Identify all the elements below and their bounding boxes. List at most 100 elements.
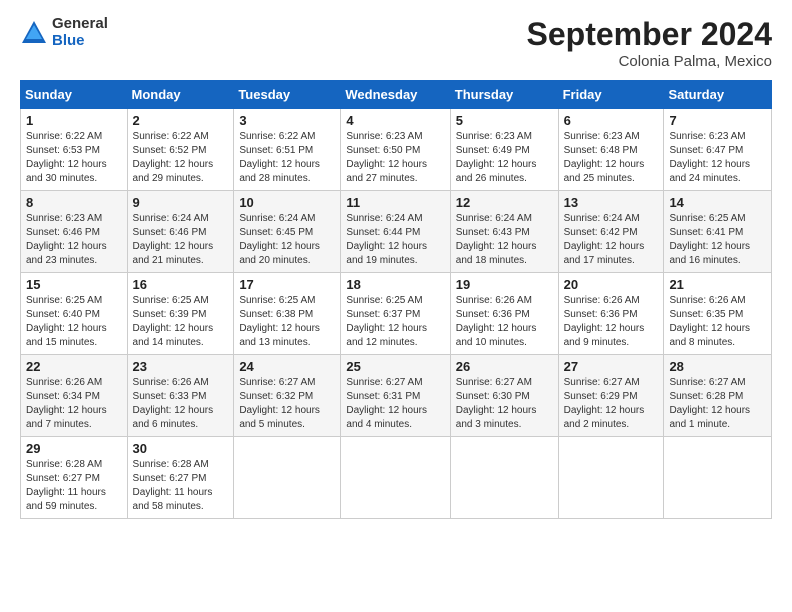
calendar-cell: [450, 437, 558, 519]
day-info: Sunrise: 6:23 AM Sunset: 6:46 PM Dayligh…: [26, 212, 122, 268]
calendar-cell: 30 Sunrise: 6:28 AM Sunset: 6:27 PM Dayli…: [127, 437, 234, 519]
day-info: Sunrise: 6:24 AM Sunset: 6:45 PM Dayligh…: [239, 212, 335, 268]
calendar-cell: 15Sunrise: 6:25 AM Sunset: 6:40 PM Dayli…: [21, 273, 128, 355]
calendar-cell: 29 Sunrise: 6:28 AM Sunset: 6:27 PM Dayli…: [21, 437, 128, 519]
day-number: 5: [456, 113, 553, 128]
calendar-cell: 25 Sunrise: 6:27 AM Sunset: 6:31 PM Dayli…: [341, 355, 450, 437]
day-info: Sunrise: 6:22 AM Sunset: 6:52 PM Dayligh…: [133, 130, 229, 186]
calendar-title: September 2024: [527, 16, 772, 53]
calendar-table: Sunday Monday Tuesday Wednesday Thursday…: [20, 80, 772, 519]
day-number: 22: [26, 359, 122, 374]
day-number: 23: [133, 359, 229, 374]
day-info: Sunrise: 6:27 AM Sunset: 6:30 PM Dayligh…: [456, 376, 553, 432]
day-info: Sunrise: 6:28 AM Sunset: 6:27 PM Dayligh…: [26, 458, 122, 514]
calendar-cell: 22Sunrise: 6:26 AM Sunset: 6:34 PM Dayli…: [21, 355, 128, 437]
logo-text: General Blue: [52, 16, 108, 49]
day-info: Sunrise: 6:24 AM Sunset: 6:43 PM Dayligh…: [456, 212, 553, 268]
calendar-cell: 14 Sunrise: 6:25 AM Sunset: 6:41 PM Dayli…: [664, 191, 772, 273]
day-info: Sunrise: 6:26 AM Sunset: 6:36 PM Dayligh…: [564, 294, 659, 350]
calendar-cell: 27 Sunrise: 6:27 AM Sunset: 6:29 PM Dayli…: [558, 355, 664, 437]
day-number: 8: [26, 195, 122, 210]
day-number: 30: [133, 441, 229, 456]
day-info: Sunrise: 6:26 AM Sunset: 6:35 PM Dayligh…: [669, 294, 766, 350]
header-friday: Friday: [558, 81, 664, 109]
day-info: Sunrise: 6:24 AM Sunset: 6:42 PM Dayligh…: [564, 212, 659, 268]
calendar-week-1: 1 Sunrise: 6:22 AM Sunset: 6:53 PM Daylig…: [21, 109, 772, 191]
calendar-cell: 10 Sunrise: 6:24 AM Sunset: 6:45 PM Dayli…: [234, 191, 341, 273]
day-number: 26: [456, 359, 553, 374]
day-number: 6: [564, 113, 659, 128]
day-info: Sunrise: 6:26 AM Sunset: 6:33 PM Dayligh…: [133, 376, 229, 432]
calendar-cell: 6Sunrise: 6:23 AM Sunset: 6:48 PM Daylig…: [558, 109, 664, 191]
calendar-week-2: 8 Sunrise: 6:23 AM Sunset: 6:46 PM Daylig…: [21, 191, 772, 273]
calendar-cell: 2 Sunrise: 6:22 AM Sunset: 6:52 PM Daylig…: [127, 109, 234, 191]
day-number: 7: [669, 113, 766, 128]
day-info: Sunrise: 6:25 AM Sunset: 6:38 PM Dayligh…: [239, 294, 335, 350]
calendar-cell: 12 Sunrise: 6:24 AM Sunset: 6:43 PM Dayli…: [450, 191, 558, 273]
calendar-cell: 21 Sunrise: 6:26 AM Sunset: 6:35 PM Dayli…: [664, 273, 772, 355]
day-number: 17: [239, 277, 335, 292]
calendar-cell: 18Sunrise: 6:25 AM Sunset: 6:37 PM Dayli…: [341, 273, 450, 355]
day-number: 11: [346, 195, 444, 210]
header-row: Sunday Monday Tuesday Wednesday Thursday…: [21, 81, 772, 109]
day-number: 14: [669, 195, 766, 210]
calendar-cell: 11 Sunrise: 6:24 AM Sunset: 6:44 PM Dayli…: [341, 191, 450, 273]
calendar-week-4: 22Sunrise: 6:26 AM Sunset: 6:34 PM Dayli…: [21, 355, 772, 437]
header-monday: Monday: [127, 81, 234, 109]
page: General Blue September 2024 Colonia Palm…: [0, 0, 792, 612]
day-info: Sunrise: 6:27 AM Sunset: 6:29 PM Dayligh…: [564, 376, 659, 432]
header-tuesday: Tuesday: [234, 81, 341, 109]
day-info: Sunrise: 6:22 AM Sunset: 6:53 PM Dayligh…: [26, 130, 122, 186]
calendar-cell: [341, 437, 450, 519]
day-info: Sunrise: 6:27 AM Sunset: 6:32 PM Dayligh…: [239, 376, 335, 432]
day-number: 4: [346, 113, 444, 128]
calendar-cell: 23 Sunrise: 6:26 AM Sunset: 6:33 PM Dayli…: [127, 355, 234, 437]
calendar-cell: 16 Sunrise: 6:25 AM Sunset: 6:39 PM Dayli…: [127, 273, 234, 355]
calendar-cell: 24Sunrise: 6:27 AM Sunset: 6:32 PM Dayli…: [234, 355, 341, 437]
day-info: Sunrise: 6:24 AM Sunset: 6:44 PM Dayligh…: [346, 212, 444, 268]
day-number: 28: [669, 359, 766, 374]
calendar-cell: 4Sunrise: 6:23 AM Sunset: 6:50 PM Daylig…: [341, 109, 450, 191]
day-info: Sunrise: 6:28 AM Sunset: 6:27 PM Dayligh…: [133, 458, 229, 514]
day-number: 12: [456, 195, 553, 210]
day-number: 1: [26, 113, 122, 128]
day-info: Sunrise: 6:25 AM Sunset: 6:41 PM Dayligh…: [669, 212, 766, 268]
day-number: 16: [133, 277, 229, 292]
logo-blue: Blue: [52, 33, 108, 50]
day-number: 20: [564, 277, 659, 292]
calendar-cell: 7 Sunrise: 6:23 AM Sunset: 6:47 PM Daylig…: [664, 109, 772, 191]
calendar-cell: 26 Sunrise: 6:27 AM Sunset: 6:30 PM Dayli…: [450, 355, 558, 437]
day-number: 18: [346, 277, 444, 292]
calendar-cell: [558, 437, 664, 519]
day-number: 25: [346, 359, 444, 374]
day-info: Sunrise: 6:25 AM Sunset: 6:39 PM Dayligh…: [133, 294, 229, 350]
day-number: 19: [456, 277, 553, 292]
day-number: 2: [133, 113, 229, 128]
day-number: 10: [239, 195, 335, 210]
calendar-cell: 8 Sunrise: 6:23 AM Sunset: 6:46 PM Daylig…: [21, 191, 128, 273]
logo: General Blue: [20, 16, 108, 49]
logo-icon: [20, 19, 48, 47]
calendar-header: Sunday Monday Tuesday Wednesday Thursday…: [21, 81, 772, 109]
calendar-cell: [234, 437, 341, 519]
calendar-cell: 5Sunrise: 6:23 AM Sunset: 6:49 PM Daylig…: [450, 109, 558, 191]
header-wednesday: Wednesday: [341, 81, 450, 109]
calendar-body: 1 Sunrise: 6:22 AM Sunset: 6:53 PM Daylig…: [21, 109, 772, 519]
calendar-cell: 3Sunrise: 6:22 AM Sunset: 6:51 PM Daylig…: [234, 109, 341, 191]
day-number: 29: [26, 441, 122, 456]
calendar-cell: 17 Sunrise: 6:25 AM Sunset: 6:38 PM Dayli…: [234, 273, 341, 355]
calendar-week-5: 29 Sunrise: 6:28 AM Sunset: 6:27 PM Dayli…: [21, 437, 772, 519]
day-info: Sunrise: 6:24 AM Sunset: 6:46 PM Dayligh…: [133, 212, 229, 268]
calendar-cell: 9 Sunrise: 6:24 AM Sunset: 6:46 PM Daylig…: [127, 191, 234, 273]
header-thursday: Thursday: [450, 81, 558, 109]
day-number: 27: [564, 359, 659, 374]
calendar-cell: 1 Sunrise: 6:22 AM Sunset: 6:53 PM Daylig…: [21, 109, 128, 191]
day-number: 13: [564, 195, 659, 210]
day-info: Sunrise: 6:27 AM Sunset: 6:31 PM Dayligh…: [346, 376, 444, 432]
day-info: Sunrise: 6:23 AM Sunset: 6:47 PM Dayligh…: [669, 130, 766, 186]
calendar-cell: 13 Sunrise: 6:24 AM Sunset: 6:42 PM Dayli…: [558, 191, 664, 273]
header: General Blue September 2024 Colonia Palm…: [20, 16, 772, 70]
day-number: 3: [239, 113, 335, 128]
day-number: 9: [133, 195, 229, 210]
day-number: 21: [669, 277, 766, 292]
